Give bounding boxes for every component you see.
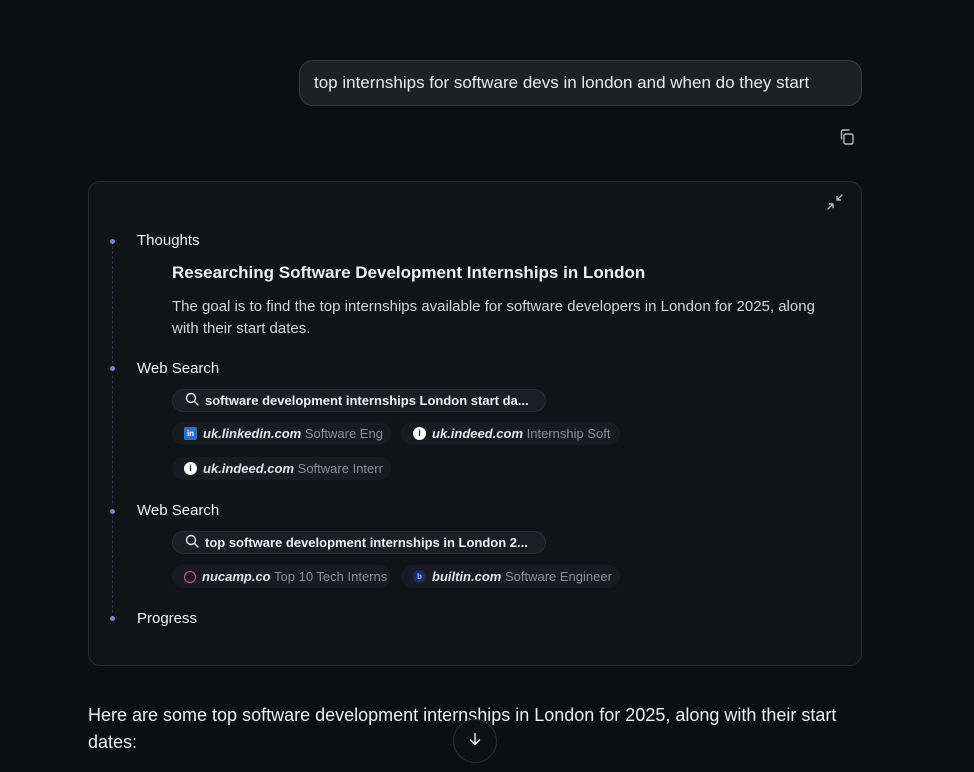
step-label-web-search[interactable]: Web Search <box>137 360 219 377</box>
search-icon <box>185 392 199 409</box>
source-title: Software Interr <box>297 461 383 476</box>
source-domain: builtin.com <box>432 569 502 584</box>
timeline-dot <box>110 509 115 514</box>
search-query-chip[interactable]: top software development internships in … <box>172 531 546 554</box>
step-label-progress[interactable]: Progress <box>137 610 197 627</box>
thought-body: The goal is to find the top internships … <box>172 298 815 337</box>
step-label-thoughts[interactable]: Thoughts <box>137 232 200 249</box>
source-title: Top 10 Tech Interns <box>274 569 388 584</box>
chat-view: top internships for software devs in lon… <box>0 0 974 772</box>
search-icon <box>185 534 199 551</box>
user-message: top internships for software devs in lon… <box>299 60 862 106</box>
arrow-down-icon <box>467 731 483 752</box>
source-title: Software Engineer <box>504 569 612 584</box>
copy-button[interactable] <box>836 128 858 150</box>
collapse-button[interactable] <box>824 193 846 215</box>
source-title: Software Eng <box>304 426 383 441</box>
source-domain: nucamp.co <box>202 569 271 584</box>
collapse-icon <box>826 193 844 216</box>
source-chip[interactable]: i uk.indeed.com Internship Soft <box>401 422 620 445</box>
timeline-dot <box>110 366 115 371</box>
nucamp-icon <box>184 570 196 583</box>
source-domain: uk.indeed.com <box>432 426 524 441</box>
source-chip[interactable]: in uk.linkedin.com Software Eng <box>172 422 391 445</box>
source-chip[interactable]: i uk.indeed.com Software Interr <box>172 457 391 480</box>
indeed-icon: i <box>413 427 426 440</box>
builtin-icon: b <box>413 570 426 583</box>
step-label-web-search[interactable]: Web Search <box>137 502 219 519</box>
source-title: Internship Soft <box>526 426 611 441</box>
source-domain: uk.indeed.com <box>203 461 295 476</box>
linkedin-icon: in <box>184 427 197 440</box>
search-query-text: software development internships London … <box>205 393 529 408</box>
search-query-text: top software development internships in … <box>205 535 528 550</box>
scroll-down-button[interactable] <box>453 719 497 763</box>
source-chip[interactable]: nucamp.co Top 10 Tech Interns <box>172 565 391 588</box>
timeline-dot <box>110 239 115 244</box>
source-domain: uk.linkedin.com <box>203 426 302 441</box>
thought-title: Researching Software Development Interns… <box>172 263 646 282</box>
copy-icon <box>838 128 856 151</box>
timeline-dot <box>110 616 115 621</box>
indeed-icon: i <box>184 462 197 475</box>
timeline-line <box>112 246 113 618</box>
source-chip[interactable]: b builtin.com Software Engineer <box>401 565 620 588</box>
search-query-chip[interactable]: software development internships London … <box>172 389 546 412</box>
